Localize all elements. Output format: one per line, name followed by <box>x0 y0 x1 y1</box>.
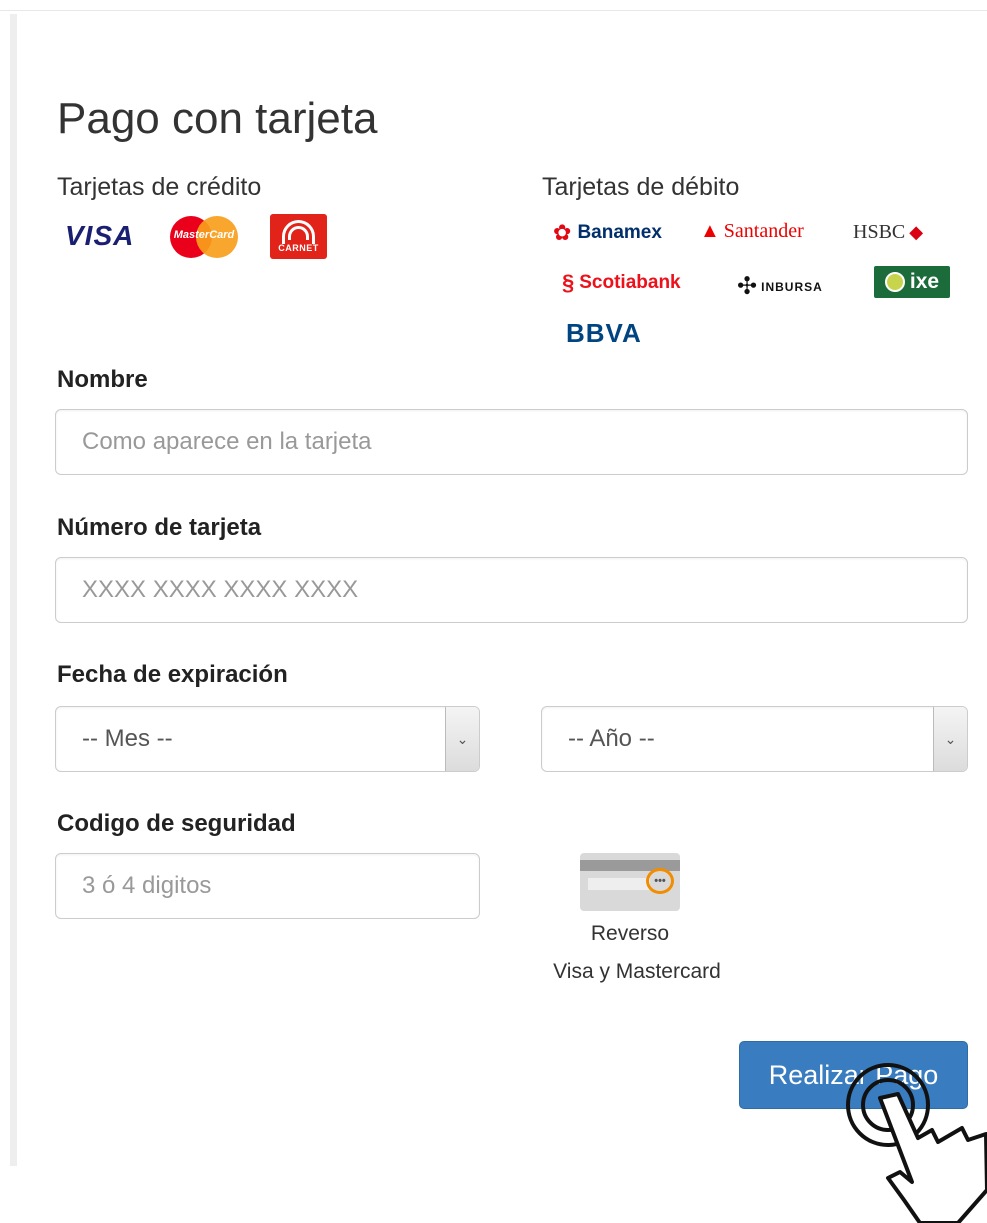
carnet-logo: CARNET <box>270 214 327 259</box>
top-divider <box>0 10 987 11</box>
card-number-placeholder: XXXX XXXX XXXX XXXX <box>82 576 359 603</box>
mastercard-logo: MasterCard <box>170 216 238 258</box>
hand-pointer-icon <box>846 1063 987 1223</box>
carnet-arc-inner <box>288 226 309 240</box>
inbursa-logo: ✣ INBURSA <box>737 272 823 301</box>
scotiabank-s-icon: § <box>562 270 575 295</box>
hsbc-logo: HSBC ◆ <box>853 221 923 244</box>
card-number-label: Número de tarjeta <box>57 514 262 541</box>
santander-flame-icon: ▲ <box>700 220 720 242</box>
hsbc-hexagon-icon: ◆ <box>909 222 924 242</box>
bbva-logo: BBVA <box>566 318 642 349</box>
cvv-highlight: ••• <box>646 868 674 894</box>
card-number-input[interactable]: XXXX XXXX XXXX XXXX <box>55 557 968 623</box>
credit-cards-heading: Tarjetas de crédito <box>57 173 262 201</box>
hsbc-logo-text: HSBC <box>853 221 906 243</box>
visa-logo: VISA <box>65 220 134 252</box>
card-back-caption: Reverso <box>590 922 670 945</box>
ixe-circle-icon <box>884 272 905 292</box>
banamex-flower-icon: ✿ <box>553 220 572 245</box>
left-border <box>10 14 17 1166</box>
carnet-logo-text: CARNET <box>278 243 319 253</box>
name-input-placeholder: Como aparece en la tarjeta <box>82 428 372 455</box>
year-select-value: -- Año -- <box>568 725 655 752</box>
month-select-value: -- Mes -- <box>82 725 173 752</box>
page-title: Pago con tarjeta <box>57 94 378 143</box>
name-label: Nombre <box>57 366 148 393</box>
inbursa-logo-text: INBURSA <box>761 279 823 294</box>
chevron-down-icon[interactable]: ⌄ <box>933 707 967 771</box>
signature-strip <box>588 878 650 890</box>
scotiabank-logo: § Scotiabank <box>562 270 681 296</box>
scotiabank-logo-text: Scotiabank <box>579 272 681 293</box>
inbursa-pinwheel-icon: ✣ <box>737 273 759 300</box>
banamex-logo: ✿ Banamex <box>553 220 662 246</box>
ixe-logo-text: ixe <box>909 270 940 293</box>
month-select[interactable]: -- Mes -- ⌄ <box>55 706 480 772</box>
bbva-logo-text: BBVA <box>566 318 642 348</box>
name-input[interactable]: Como aparece en la tarjeta <box>55 409 968 475</box>
security-code-input[interactable]: 3 ó 4 digitos <box>55 853 480 919</box>
year-select[interactable]: -- Año -- ⌄ <box>541 706 968 772</box>
banamex-logo-text: Banamex <box>577 222 662 243</box>
visa-logo-text: VISA <box>65 220 135 251</box>
santander-logo-text: Santander <box>723 220 804 242</box>
expiration-label: Fecha de expiración <box>57 661 288 688</box>
security-code-label: Codigo de seguridad <box>57 810 296 837</box>
card-back-icon: ••• <box>580 853 680 911</box>
debit-cards-heading: Tarjetas de débito <box>542 173 740 201</box>
ixe-logo: ixe <box>874 266 950 298</box>
card-back-subcaption: Visa y Mastercard <box>553 960 721 983</box>
chevron-down-icon[interactable]: ⌄ <box>445 707 479 771</box>
security-code-placeholder: 3 ó 4 digitos <box>82 872 212 899</box>
mastercard-logo-text: MasterCard <box>173 229 235 241</box>
santander-logo: ▲ Santander <box>700 220 804 243</box>
